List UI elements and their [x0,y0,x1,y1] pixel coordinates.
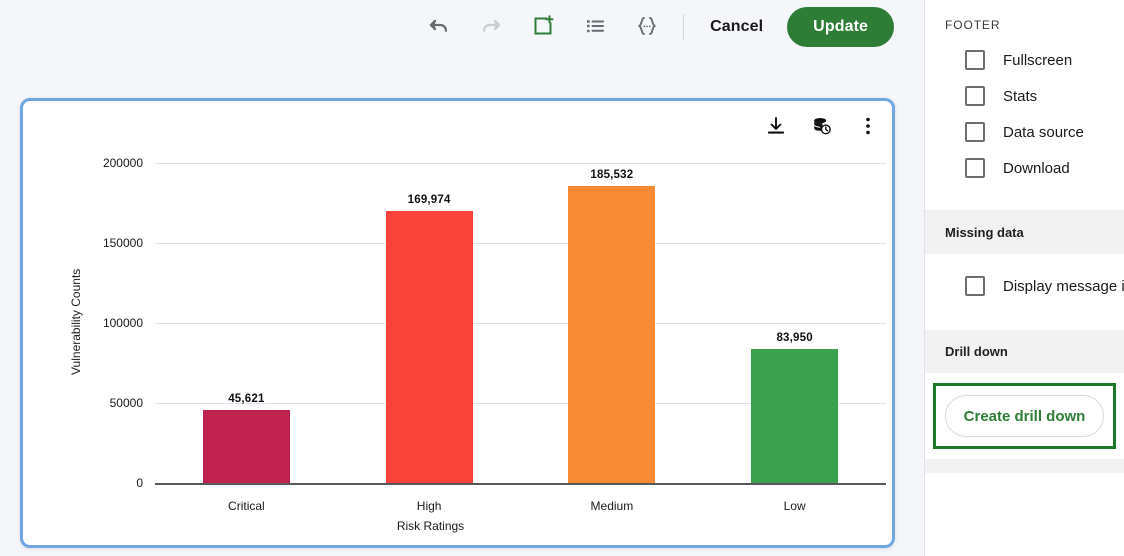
add-widget-icon [531,14,555,41]
missing-data-section-title: Missing data [925,211,1124,254]
more-options-icon [865,115,871,140]
bar-value-label: 185,532 [590,169,634,182]
y-axis-tick: 150000 [102,236,143,250]
cancel-button[interactable]: Cancel [700,12,773,42]
x-axis-tick: Critical [228,499,265,513]
more-options-button[interactable] [854,113,882,141]
redo-button[interactable] [465,8,517,46]
sidebar-bottom-strip [925,459,1124,473]
option-label: Data source [1003,123,1084,141]
footer-section-title: FOOTER [925,0,1124,42]
option-data-source[interactable]: Data source [925,114,1124,150]
json-button[interactable] [621,8,673,46]
data-source-button[interactable] [808,113,836,141]
option-label: Stats [1003,87,1038,105]
bar-rect[interactable] [385,211,473,483]
bar-item[interactable]: 169,974 [338,194,521,483]
legend-list-button[interactable] [569,8,621,46]
toolbar-divider [683,14,685,40]
widget-editor-page: Cancel Update Vulnerability Counts 0 500… [0,0,1124,556]
y-axis-tick: 100000 [102,316,143,330]
bar-value-label: 45,621 [228,393,265,406]
update-button[interactable]: Update [787,7,894,47]
bar-series: 45,621 169,974 185,532 83,950 [155,163,886,483]
chart-widget-card[interactable]: Vulnerability Counts 0 50000 100000 150000 20… [20,98,895,548]
json-braces-icon [634,14,660,41]
y-axis-tick: 200000 [102,156,143,170]
data-source-clock-icon [810,114,834,141]
option-label: Fullscreen [1003,51,1073,69]
chart-card-actions [762,113,882,141]
create-drill-down-button[interactable]: Create drill down [945,395,1104,437]
bar-item[interactable]: 45,621 [155,393,338,483]
bar-value-label: 83,950 [776,331,813,344]
option-stats[interactable]: Stats [925,78,1124,114]
checkbox-unchecked-icon[interactable] [965,122,985,142]
add-widget-button[interactable] [517,8,569,46]
option-fullscreen[interactable]: Fullscreen [925,42,1124,78]
bar-rect[interactable] [568,186,656,483]
bar-chart-plot: Vulnerability Counts 0 50000 100000 150000 20… [23,145,892,545]
y-axis-tick: 0 [136,476,143,490]
x-axis-tick: High [416,499,442,513]
download-icon [765,115,787,140]
y-axis-tick: 50000 [109,396,143,410]
redo-icon [479,14,503,41]
bar-item[interactable]: 185,532 [521,169,704,483]
checkbox-unchecked-icon[interactable] [965,86,985,106]
checkbox-unchecked-icon[interactable] [965,158,985,178]
x-axis-label: Risk Ratings [396,519,465,533]
x-axis-tick: Low [783,499,806,513]
checkbox-unchecked-icon[interactable] [965,276,985,296]
legend-list-icon [583,14,607,41]
download-button[interactable] [762,113,790,141]
option-label: Display message if [1003,277,1124,295]
bar-value-label: 169,974 [407,194,451,207]
bar-item[interactable]: 83,950 [703,332,886,483]
editor-area: Cancel Update Vulnerability Counts 0 500… [0,0,924,556]
x-axis-line [155,483,886,485]
footer-options-list: Fullscreen Stats Data source Download [925,42,1124,186]
undo-button[interactable] [413,8,465,46]
drill-down-section-title: Drill down [925,330,1124,373]
bar-rect[interactable] [751,348,839,483]
drill-down-highlight: Create drill down [933,383,1116,449]
undo-icon [427,14,451,41]
bar-rect[interactable] [202,410,290,483]
editor-toolbar: Cancel Update [0,0,924,54]
settings-sidebar: FOOTER Fullscreen Stats Data source Down… [924,0,1124,556]
option-download[interactable]: Download [925,150,1124,186]
checkbox-unchecked-icon[interactable] [965,50,985,70]
option-display-message[interactable]: Display message if [925,268,1124,304]
x-axis-tick: Medium [590,499,634,513]
option-label: Download [1003,159,1070,177]
